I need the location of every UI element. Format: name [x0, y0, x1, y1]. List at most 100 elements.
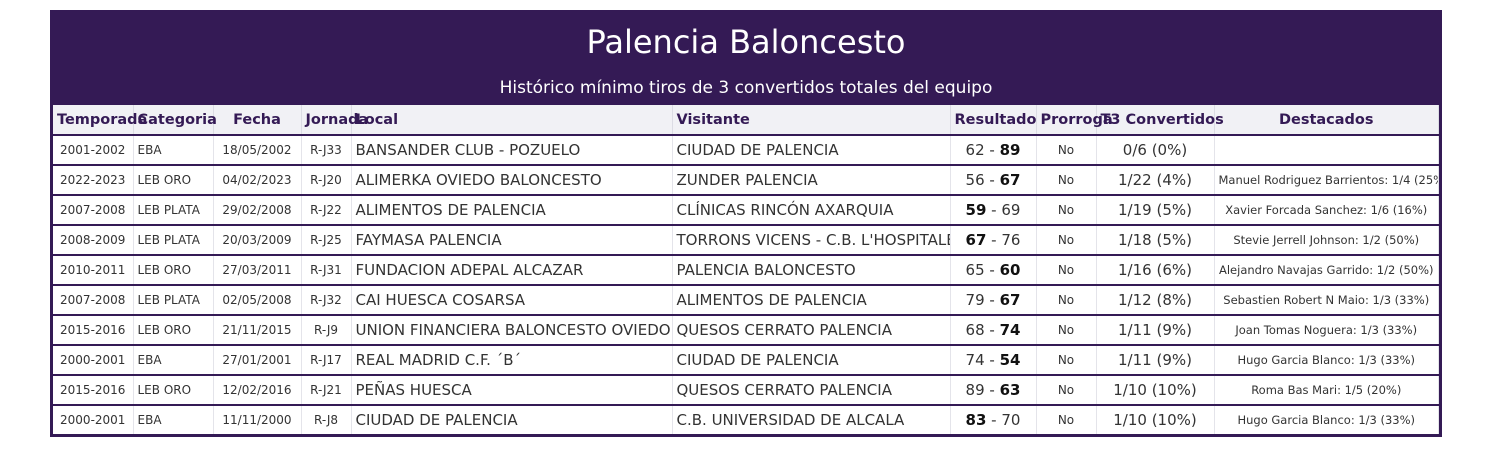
table-row: 2010-2011 LEB ORO 27/03/2011 R-J31 FUNDACION… — [53, 254, 1439, 285]
cell-categoria: EBA — [133, 134, 214, 165]
cell-jornada: R-J31 — [301, 254, 352, 285]
cell-fecha: 27/01/2001 — [213, 344, 302, 375]
cell-visitante: QUESOS CERRATO PALENCIA — [672, 314, 951, 345]
cell-visitante: TORRONS VICENS - C.B. L'HOSPITALET — [672, 224, 951, 255]
score-visitante: 54 — [999, 351, 1021, 369]
score-local: 65 — [965, 261, 985, 279]
score-local: 79 — [965, 291, 985, 309]
cell-fecha: 11/11/2000 — [213, 404, 302, 437]
cell-visitante: CIUDAD DE PALENCIA — [672, 134, 951, 165]
cell-t3: 1/10 (10%) — [1096, 374, 1215, 405]
cell-t3: 1/18 (5%) — [1096, 224, 1215, 255]
cell-fecha: 21/11/2015 — [213, 314, 302, 345]
cell-destacados: Hugo Garcia Blanco: 1/3 (33%) — [1214, 404, 1439, 437]
cell-destacados: Alejandro Navajas Garrido: 1/2 (50%) — [1214, 254, 1439, 285]
cell-jornada: R-J9 — [301, 314, 352, 345]
cell-temporada: 2000-2001 — [53, 404, 134, 437]
column-header: Local — [351, 105, 673, 135]
cell-prorroga: No — [1036, 164, 1097, 195]
cell-destacados: Stevie Jerrell Johnson: 1/2 (50%) — [1214, 224, 1439, 255]
cell-local: UNION FINANCIERA BALONCESTO OVIEDO — [351, 314, 673, 345]
cell-res: 79 - 67 — [950, 284, 1037, 315]
table-row: 2015-2016 LEB ORO 12/02/2016 R-J21 PEÑAS HUE… — [53, 374, 1439, 405]
cell-res: 62 - 89 — [950, 134, 1037, 165]
score-visitante: 70 — [1001, 411, 1021, 429]
cell-t3: 1/22 (4%) — [1096, 164, 1215, 195]
cell-categoria: LEB ORO — [133, 254, 214, 285]
cell-categoria: LEB PLATA — [133, 284, 214, 315]
cell-local: FUNDACION ADEPAL ALCAZAR — [351, 254, 673, 285]
cell-categoria: LEB ORO — [133, 314, 214, 345]
cell-categoria: EBA — [133, 404, 214, 437]
banner: Palencia Baloncesto Histórico mínimo tir… — [53, 10, 1439, 105]
cell-jornada: R-J32 — [301, 284, 352, 315]
cell-temporada: 2001-2002 — [53, 134, 134, 165]
cell-jornada: R-J21 — [301, 374, 352, 405]
cell-visitante: C.B. UNIVERSIDAD DE ALCALA — [672, 404, 951, 437]
cell-local: CAI HUESCA COSARSA — [351, 284, 673, 315]
score-visitante: 67 — [999, 291, 1021, 309]
cell-temporada: 2007-2008 — [53, 284, 134, 315]
cell-t3: 1/10 (10%) — [1096, 404, 1215, 437]
cell-temporada: 2008-2009 — [53, 224, 134, 255]
cell-prorroga: No — [1036, 194, 1097, 225]
table-row: 2007-2008 LEB PLATA 29/02/2008 R-J22 ALIMENT… — [53, 194, 1439, 225]
results-table: Temporada Categoria Fecha Jornada Local Visit… — [53, 105, 1439, 437]
cell-fecha: 29/02/2008 — [213, 194, 302, 225]
cell-prorroga: No — [1036, 344, 1097, 375]
cell-fecha: 12/02/2016 — [213, 374, 302, 405]
cell-local: REAL MADRID C.F. ´B´ — [351, 344, 673, 375]
cell-res: 67 - 76 — [950, 224, 1037, 255]
table-row: 2022-2023 LEB ORO 04/02/2023 R-J20 ALIMERKA … — [53, 164, 1439, 195]
cell-destacados: Hugo Garcia Blanco: 1/3 (33%) — [1214, 344, 1439, 375]
cell-visitante: ZUNDER PALENCIA — [672, 164, 951, 195]
cell-t3: 1/11 (9%) — [1096, 314, 1215, 345]
cell-destacados: Xavier Forcada Sanchez: 1/6 (16%) — [1214, 194, 1439, 225]
cell-prorroga: No — [1036, 374, 1097, 405]
cell-local: ALIMENTOS DE PALENCIA — [351, 194, 673, 225]
cell-res: 56 - 67 — [950, 164, 1037, 195]
cell-visitante: ALIMENTOS DE PALENCIA — [672, 284, 951, 315]
column-header: Prorroga — [1036, 105, 1113, 135]
page-subtitle: Histórico mínimo tiros de 3 convertidos … — [499, 78, 993, 98]
cell-destacados — [1214, 134, 1439, 165]
cell-prorroga: No — [1036, 314, 1097, 345]
cell-destacados: Joan Tomas Noguera: 1/3 (33%) — [1214, 314, 1439, 345]
cell-res: 89 - 63 — [950, 374, 1037, 405]
cell-visitante: QUESOS CERRATO PALENCIA — [672, 374, 951, 405]
score-local: 59 — [965, 201, 987, 219]
cell-jornada: R-J25 — [301, 224, 352, 255]
cell-categoria: LEB ORO — [133, 164, 214, 195]
cell-fecha: 27/03/2011 — [213, 254, 302, 285]
cell-res: 59 - 69 — [950, 194, 1037, 225]
cell-t3: 0/6 (0%) — [1096, 134, 1215, 165]
cell-categoria: LEB PLATA — [133, 194, 214, 225]
column-header: T3 Convertidos — [1096, 105, 1224, 135]
header-row: Temporada Categoria Fecha Jornada Local Visit… — [53, 105, 1439, 135]
table-row: 2001-2002 EBA 18/05/2002 R-J33 BANSANDER CLU… — [53, 134, 1439, 165]
score-local: 62 — [965, 141, 985, 159]
score-local: 67 — [965, 231, 987, 249]
cell-t3: 1/11 (9%) — [1096, 344, 1215, 375]
cell-jornada: R-J17 — [301, 344, 352, 375]
cell-local: CIUDAD DE PALENCIA — [351, 404, 673, 437]
cell-fecha: 20/03/2009 — [213, 224, 302, 255]
cell-temporada: 2022-2023 — [53, 164, 134, 195]
cell-destacados: Sebastien Robert N Maio: 1/3 (33%) — [1214, 284, 1439, 315]
cell-res: 83 - 70 — [950, 404, 1037, 437]
score-local: 74 — [965, 351, 985, 369]
cell-local: ALIMERKA OVIEDO BALONCESTO — [351, 164, 673, 195]
cell-categoria: EBA — [133, 344, 214, 375]
score-visitante: 74 — [999, 321, 1021, 339]
column-header: Fecha — [213, 105, 302, 135]
score-visitante: 89 — [999, 141, 1021, 159]
cell-visitante: CIUDAD DE PALENCIA — [672, 344, 951, 375]
score-visitante: 67 — [999, 171, 1021, 189]
cell-prorroga: No — [1036, 134, 1097, 165]
cell-categoria: LEB ORO — [133, 374, 214, 405]
cell-destacados: Roma Bas Mari: 1/5 (20%) — [1214, 374, 1439, 405]
table-row: 2000-2001 EBA 27/01/2001 R-J17 REAL MADRID C… — [53, 344, 1439, 375]
cell-local: PEÑAS HUESCA — [351, 374, 673, 405]
score-local: 68 — [965, 321, 985, 339]
score-local: 56 — [965, 171, 985, 189]
